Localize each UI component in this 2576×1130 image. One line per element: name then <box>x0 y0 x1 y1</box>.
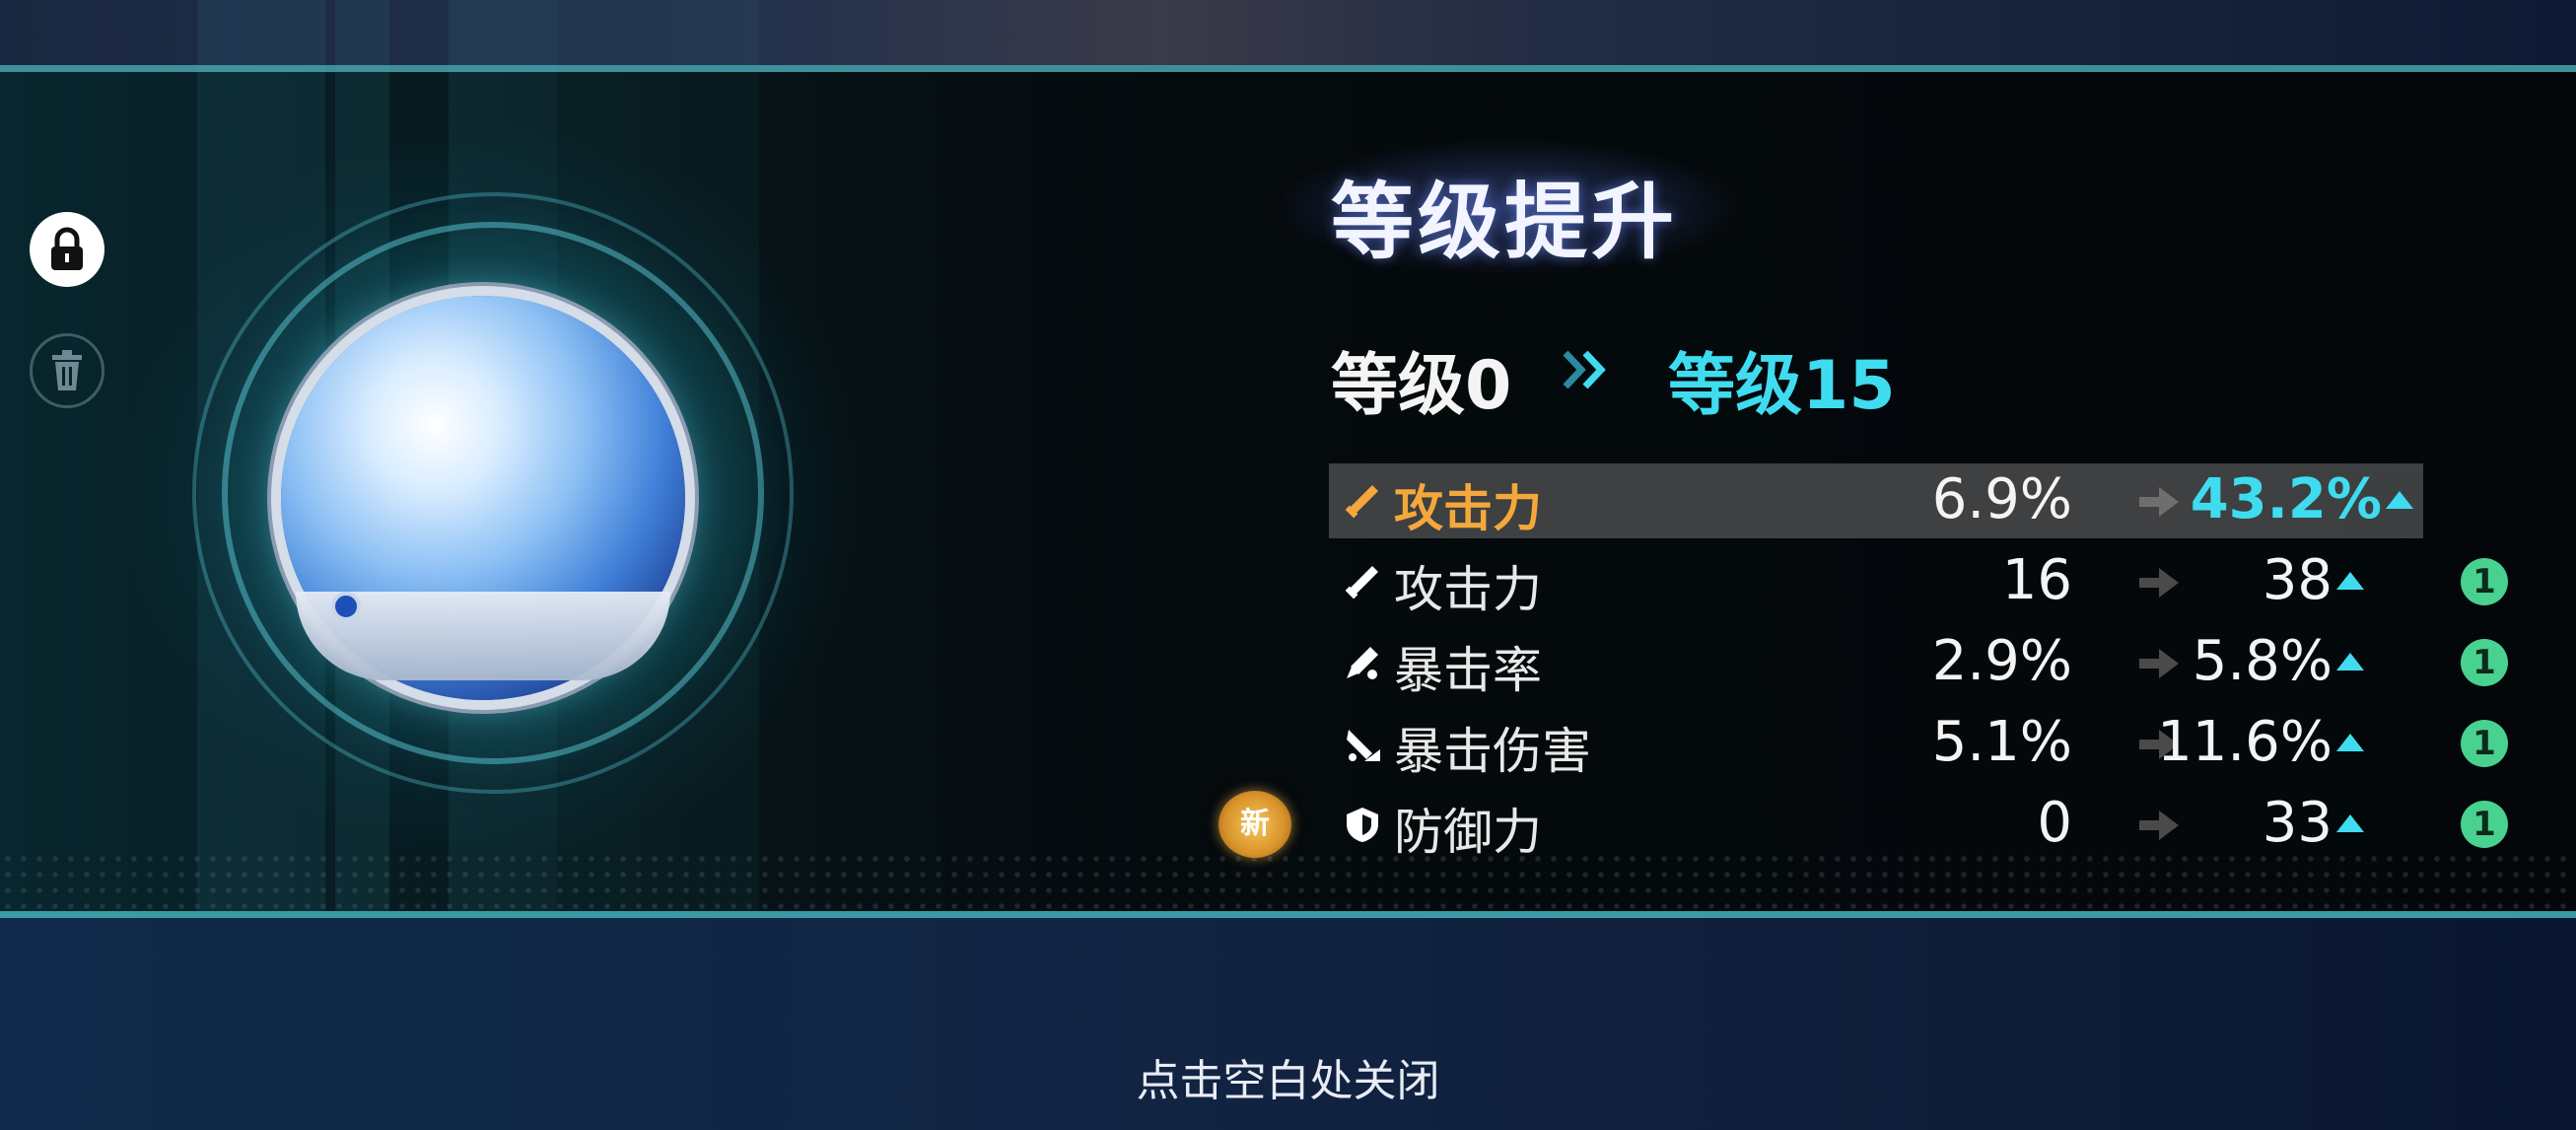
arrow-right-icon <box>2139 568 2179 598</box>
sub-stat-new-value: 33 <box>2262 791 2332 855</box>
main-stat-new-value: 43.2% <box>2190 467 2382 531</box>
crit-rate-icon <box>1347 647 1378 679</box>
roll-count-badge: 1 <box>2461 720 2508 767</box>
sub-stat-new-value: 38 <box>2262 548 2332 612</box>
sub-stat-old-value: 5.1% <box>1931 710 2072 774</box>
sub-stat-row: 暴击率 2.9% 5.8% 1 <box>1329 625 2508 700</box>
sub-stat-new-value: 11.6% <box>2157 710 2332 774</box>
arrow-right-icon <box>2139 811 2179 840</box>
double-chevron-icon <box>1563 350 1606 389</box>
sword-icon <box>1345 485 1378 519</box>
sub-stat-name: 暴击伤害 <box>1394 723 1591 780</box>
sword-icon <box>1345 566 1378 600</box>
sub-stat-old-value: 16 <box>2001 548 2072 612</box>
bottom-divider <box>0 911 2576 918</box>
lock-button[interactable] <box>30 212 104 287</box>
close-hint[interactable]: 点击空白处关闭 <box>0 1045 2576 1108</box>
discard-button[interactable] <box>30 333 104 408</box>
increase-triangle-icon <box>2386 491 2413 509</box>
increase-triangle-icon <box>2336 814 2364 832</box>
roll-count-badge: 1 <box>2461 558 2508 605</box>
main-stat-name: 攻击力 <box>1394 480 1542 537</box>
crit-damage-icon <box>1347 730 1380 761</box>
sub-stat-row: 防御力 0 33 1 <box>1329 787 2508 862</box>
trash-icon <box>52 350 82 390</box>
level-to: 等级15 <box>1668 347 1896 425</box>
increase-triangle-icon <box>2336 653 2364 671</box>
sub-stat-name: 防御力 <box>1394 804 1542 861</box>
level-from: 等级0 <box>1331 347 1512 425</box>
main-stat-old-value: 6.9% <box>1931 467 2072 531</box>
sub-stat-old-value: 0 <box>2037 791 2072 855</box>
panel-title: 等级提升 <box>1331 174 1679 270</box>
sub-stat-new-value: 5.8% <box>2192 629 2332 693</box>
sub-stat-row: 暴击伤害 5.1% 11.6% 1 <box>1329 706 2508 781</box>
arrow-right-icon <box>2139 487 2179 517</box>
main-stat-row: 攻击力 6.9% 43.2% <box>1329 463 2423 538</box>
increase-triangle-icon <box>2336 572 2364 590</box>
sub-stat-row: 攻击力 16 38 1 <box>1329 544 2508 619</box>
orb-gem <box>331 592 361 621</box>
arrow-right-icon <box>2139 649 2179 678</box>
increase-triangle-icon <box>2336 734 2364 751</box>
sub-stat-name: 攻击力 <box>1394 561 1542 618</box>
sub-stat-old-value: 2.9% <box>1931 629 2072 693</box>
roll-count-badge: 1 <box>2461 639 2508 686</box>
roll-count-badge: 1 <box>2461 801 2508 848</box>
shield-icon <box>1347 808 1378 842</box>
lock-icon <box>51 227 83 270</box>
sub-stat-name: 暴击率 <box>1394 642 1542 699</box>
new-stat-badge: 新 <box>1218 791 1291 858</box>
